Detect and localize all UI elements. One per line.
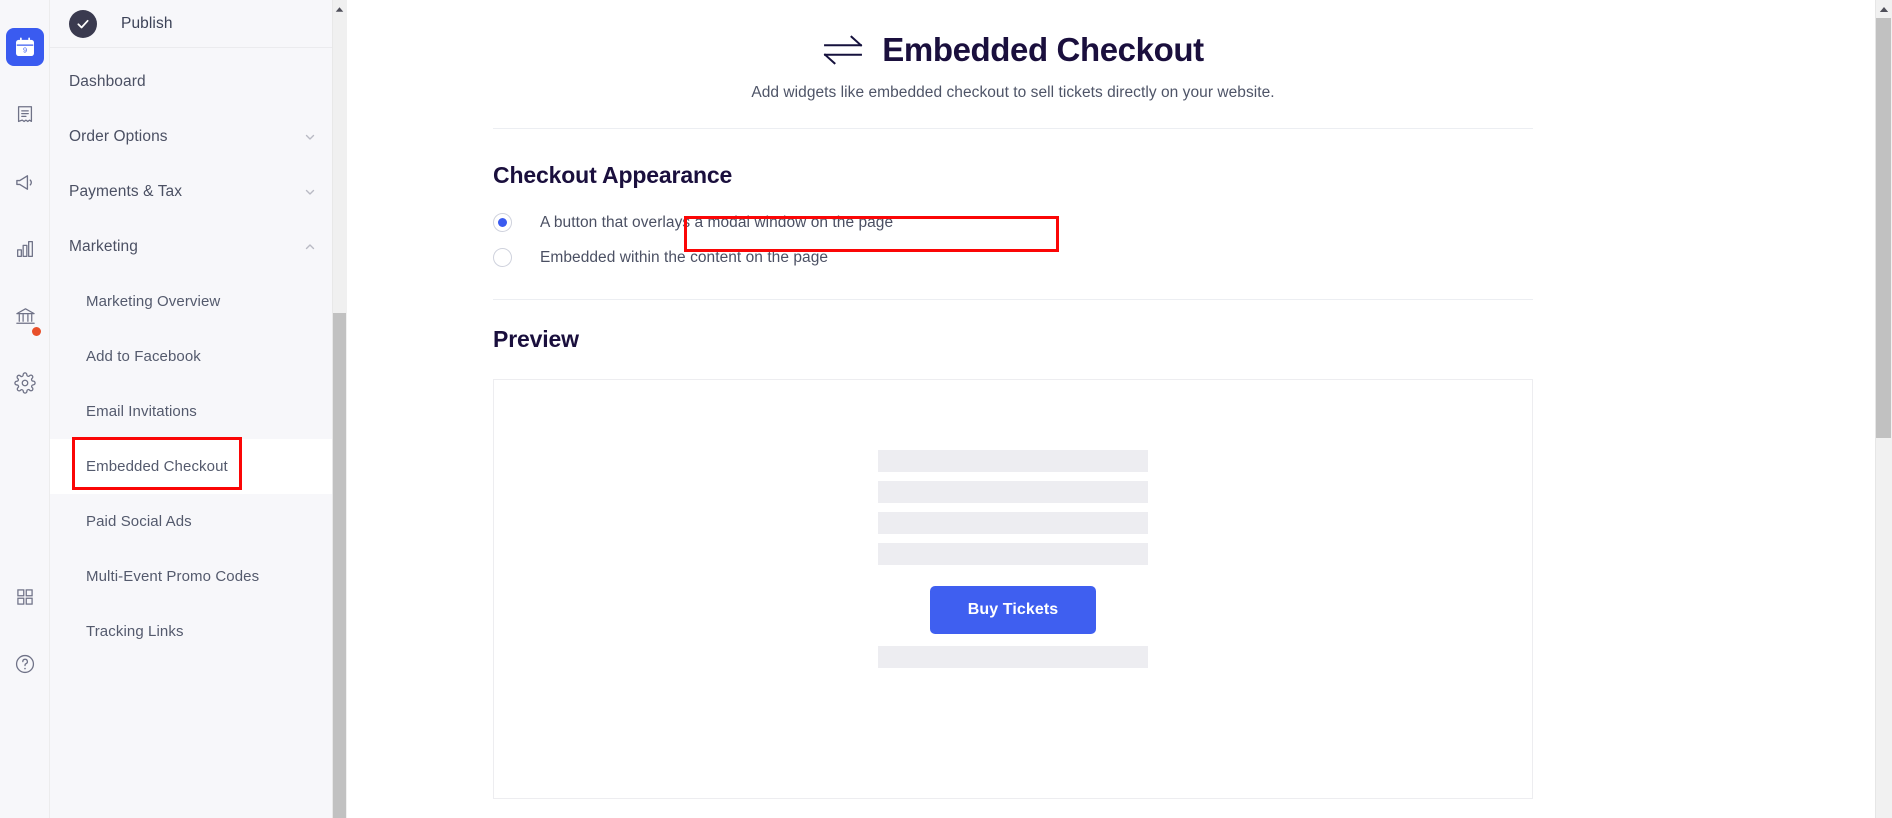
- main-content: Embedded Checkout Add widgets like embed…: [347, 0, 1892, 818]
- sidebar-item-marketing[interactable]: Marketing: [50, 219, 347, 274]
- sidebar-item-label: Multi-Event Promo Codes: [86, 568, 260, 585]
- sidebar-item-label: Marketing: [69, 237, 138, 255]
- main-scrollbar-track[interactable]: [1875, 0, 1892, 818]
- radio-button-modal[interactable]: [493, 213, 512, 233]
- placeholder-bar: [878, 481, 1148, 504]
- radio-option-modal-label: A button that overlays a modal window on…: [540, 213, 894, 231]
- sidebar-item-label: Embedded Checkout: [86, 458, 228, 475]
- rail-item-help[interactable]: [6, 645, 44, 683]
- gear-icon: [14, 372, 36, 394]
- rail-item-settings[interactable]: [6, 364, 44, 402]
- sidebar-item-embedded-checkout[interactable]: Embedded Checkout: [50, 439, 347, 494]
- bar-chart-icon: [14, 238, 36, 260]
- checkout-appearance-heading: Checkout Appearance: [493, 162, 733, 189]
- sidebar-item-label: Paid Social Ads: [86, 513, 192, 530]
- chevron-down-icon: [303, 130, 317, 144]
- sidebar-item-label: Tracking Links: [86, 623, 184, 640]
- preview-card: Buy Tickets: [493, 379, 1533, 800]
- sidebar-scrollbar-track[interactable]: [332, 0, 347, 818]
- page-header: Embedded Checkout Add widgets like embed…: [493, 0, 1533, 130]
- rail-item-apps[interactable]: [6, 578, 44, 616]
- exchange-arrows-icon: [822, 33, 864, 67]
- chevron-up-icon: [303, 240, 317, 254]
- radio-option-modal[interactable]: A button that overlays a modal window on…: [493, 205, 1533, 240]
- buy-tickets-button[interactable]: Buy Tickets: [929, 586, 1097, 635]
- placeholder-bar: [878, 450, 1148, 473]
- radio-selected-dot: [498, 218, 507, 228]
- page-title-row: Embedded Checkout: [493, 31, 1533, 68]
- primary-icon-rail: 9: [0, 0, 50, 818]
- bank-icon: [14, 305, 37, 328]
- sidebar-item-order-options[interactable]: Order Options: [50, 109, 347, 164]
- receipt-icon: [14, 104, 36, 126]
- secondary-sidebar: Publish Dashboard Order Options Payments…: [50, 0, 347, 818]
- sidebar-item-label: Email Invitations: [86, 403, 197, 420]
- radio-button-embedded[interactable]: [493, 248, 512, 268]
- main-inner: Embedded Checkout Add widgets like embed…: [347, 0, 1875, 800]
- sidebar-item-dashboard[interactable]: Dashboard: [50, 54, 347, 109]
- preview-section: Preview Buy Tickets: [493, 326, 1533, 800]
- rail-item-marketing[interactable]: [6, 163, 44, 201]
- sidebar-item-label: Marketing Overview: [86, 293, 221, 310]
- calendar-icon: 9: [14, 36, 36, 58]
- sidebar-item-tracking-links[interactable]: Tracking Links: [50, 604, 347, 659]
- placeholder-bar: [878, 646, 1148, 669]
- app-window: 9 Publish Dashboard Order Options Paymen…: [0, 0, 1892, 818]
- sidebar-item-label: Payments & Tax: [69, 182, 183, 200]
- page-title: Embedded Checkout: [882, 31, 1204, 68]
- sidebar-item-label: Order Options: [69, 127, 168, 145]
- radio-option-embedded[interactable]: Embedded within the content on the page: [493, 240, 1533, 275]
- rail-item-events[interactable]: 9: [6, 28, 44, 66]
- placeholder-bar: [878, 543, 1148, 566]
- sidebar-item-label: Add to Facebook: [86, 348, 201, 365]
- checkout-appearance-radio-group: A button that overlays a modal window on…: [493, 205, 1533, 275]
- chevron-down-icon: [303, 185, 317, 199]
- sidebar-nav: Dashboard Order Options Payments & Tax M…: [50, 48, 347, 659]
- main-scrollbar-thumb[interactable]: [1876, 18, 1891, 438]
- sidebar-scrollbar-thumb[interactable]: [333, 313, 346, 818]
- svg-text:9: 9: [23, 46, 27, 55]
- scroll-up-arrow-icon[interactable]: [333, 2, 346, 16]
- sidebar-item-email-invitations[interactable]: Email Invitations: [50, 384, 347, 439]
- sidebar-item-payments-tax[interactable]: Payments & Tax: [50, 164, 347, 219]
- publish-label: Publish: [121, 14, 173, 32]
- radio-option-embedded-label: Embedded within the content on the page: [540, 248, 829, 266]
- sidebar-item-label: Dashboard: [69, 72, 146, 90]
- check-circle-icon: [69, 9, 97, 38]
- apps-grid-icon: [15, 587, 35, 607]
- page-subtitle: Add widgets like embedded checkout to se…: [751, 84, 1275, 102]
- checkout-appearance-section: Checkout Appearance A button that overla…: [493, 162, 1533, 275]
- preview-heading: Preview: [493, 326, 579, 353]
- placeholder-bar: [878, 512, 1148, 535]
- finance-notification-badge: [32, 327, 41, 336]
- rail-item-orders[interactable]: [6, 96, 44, 134]
- sidebar-item-marketing-overview[interactable]: Marketing Overview: [50, 274, 347, 329]
- publish-status-row[interactable]: Publish: [50, 0, 347, 48]
- sidebar-item-paid-social-ads[interactable]: Paid Social Ads: [50, 494, 347, 549]
- sidebar-item-add-to-facebook[interactable]: Add to Facebook: [50, 329, 347, 384]
- scroll-up-arrow-icon[interactable]: [1876, 2, 1891, 17]
- rail-item-reports[interactable]: [6, 230, 44, 268]
- help-circle-icon: [14, 653, 36, 675]
- section-divider: [493, 299, 1533, 301]
- sidebar-item-multi-event-promo-codes[interactable]: Multi-Event Promo Codes: [50, 549, 347, 604]
- megaphone-icon: [14, 171, 37, 194]
